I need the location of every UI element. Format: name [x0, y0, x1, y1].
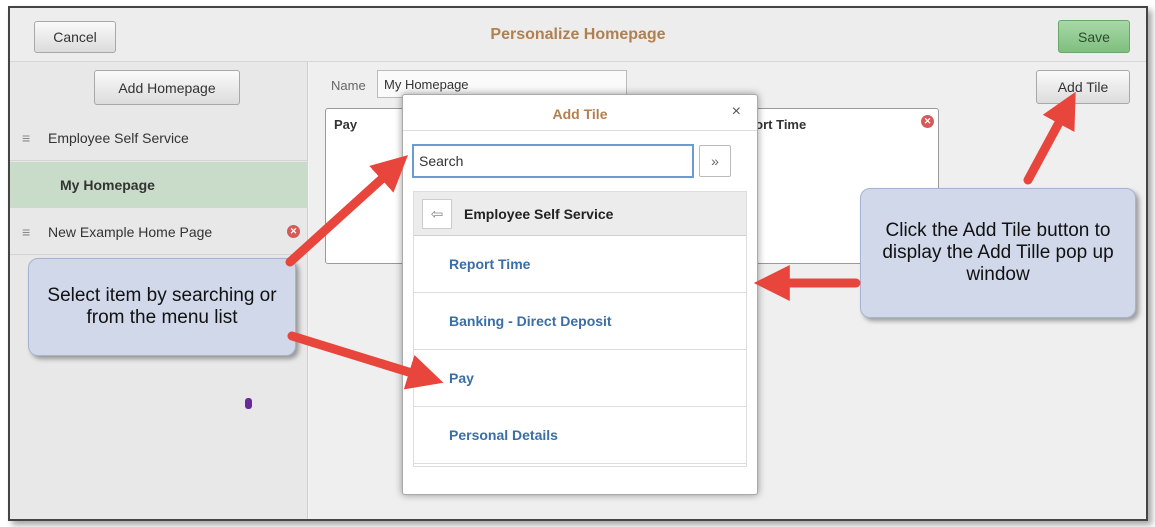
top-bar: Cancel Personalize Homepage Save: [10, 8, 1146, 62]
add-tile-button[interactable]: Add Tile: [1036, 70, 1130, 104]
list-category-header: ⇦ Employee Self Service: [414, 192, 746, 236]
list-item[interactable]: Banking - Direct Deposit: [414, 293, 746, 350]
list-item[interactable]: Personal Details: [414, 407, 746, 464]
close-icon[interactable]: ×: [732, 103, 741, 121]
tile-list: ⇦ Employee Self Service Report Time Bank…: [413, 191, 747, 467]
sidebar-item-label: New Example Home Page: [48, 223, 213, 240]
add-tile-dialog: Add Tile × Search » ⇦ Employee Self Serv…: [402, 94, 758, 495]
callout-add-tile: Click the Add Tile button to display the…: [860, 188, 1136, 318]
callout-select-item: Select item by searching or from the men…: [28, 258, 296, 356]
name-label: Name: [331, 78, 366, 93]
page-title: Personalize Homepage: [490, 26, 666, 43]
callout-text: Select item by searching or from the men…: [47, 285, 277, 328]
sidebar-item-label: Employee Self Service: [48, 129, 189, 146]
drag-handle-icon[interactable]: ≡: [22, 130, 32, 146]
cursor-marker: [245, 398, 252, 409]
back-arrow-icon[interactable]: ⇦: [422, 198, 452, 229]
remove-icon[interactable]: ✕: [921, 115, 934, 128]
tile-pay[interactable]: Pay: [325, 108, 411, 264]
list-item[interactable]: Report Time: [414, 236, 746, 293]
dialog-header: Add Tile ×: [403, 95, 757, 131]
sidebar-item-label: My Homepage: [60, 176, 155, 193]
drag-handle-icon[interactable]: ≡: [22, 224, 32, 240]
remove-icon[interactable]: ✕: [287, 225, 300, 238]
tile-title: Pay: [334, 117, 358, 132]
category-label: Employee Self Service: [464, 205, 614, 222]
search-input[interactable]: Search: [412, 144, 694, 178]
save-button[interactable]: Save: [1058, 20, 1130, 53]
sidebar-item-employee-self-service[interactable]: ≡ Employee Self Service: [10, 115, 308, 161]
callout-text: Click the Add Tile button to display the…: [882, 220, 1114, 285]
search-go-button[interactable]: »: [699, 145, 731, 177]
sidebar-item-new-example-home-page[interactable]: ≡ New Example Home Page ✕: [10, 209, 308, 255]
sidebar-item-my-homepage[interactable]: My Homepage: [10, 162, 308, 208]
list-item[interactable]: Pay: [414, 350, 746, 407]
dialog-title: Add Tile: [552, 106, 608, 122]
add-homepage-button[interactable]: Add Homepage: [94, 70, 240, 105]
